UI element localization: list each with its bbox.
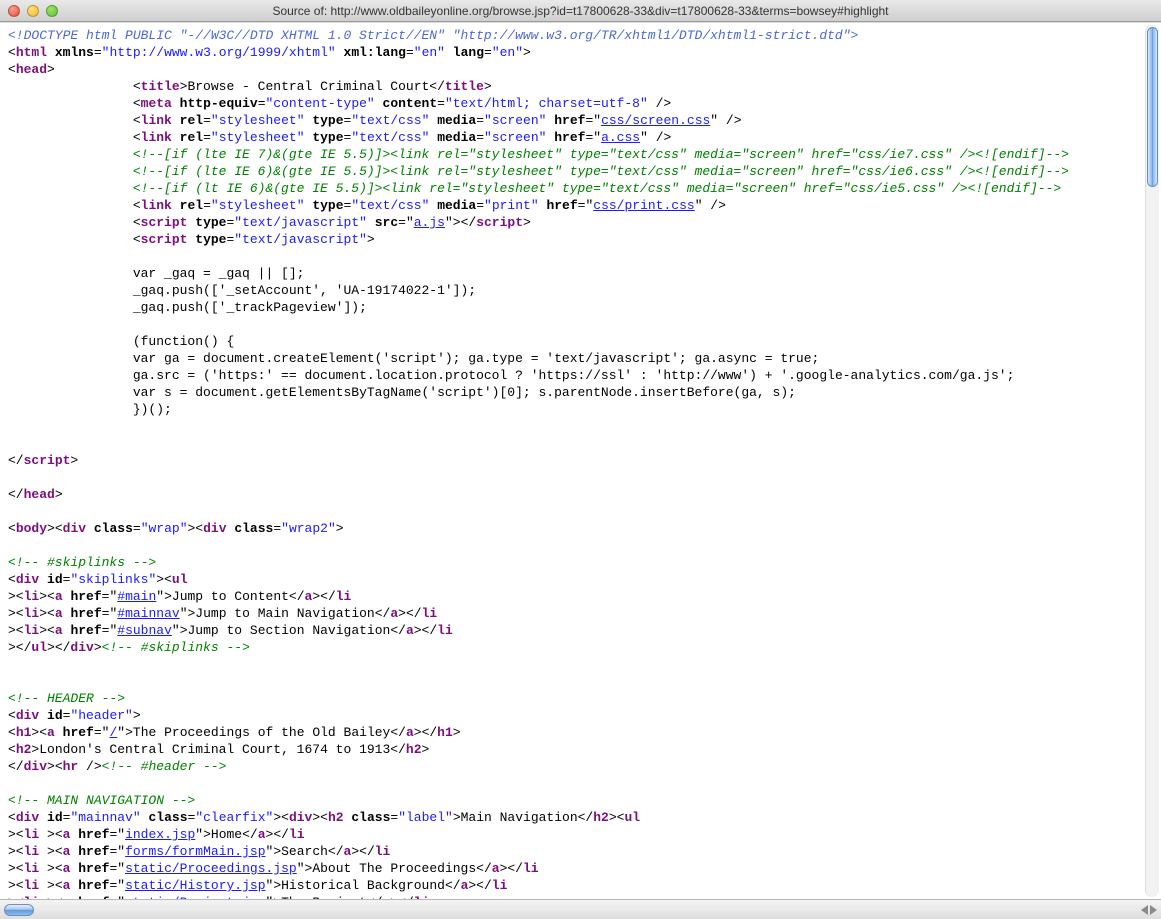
status-pill-icon — [4, 904, 34, 916]
window-titlebar: Source of: http://www.oldbaileyonline.or… — [0, 0, 1161, 22]
close-icon[interactable] — [8, 5, 20, 17]
nav-left-icon[interactable] — [1141, 905, 1148, 915]
traffic-lights — [8, 5, 58, 17]
window-title: Source of: http://www.oldbaileyonline.or… — [0, 4, 1161, 18]
vertical-scrollbar[interactable] — [1145, 25, 1159, 897]
scrollbar-thumb[interactable] — [1147, 27, 1158, 187]
zoom-icon[interactable] — [46, 5, 58, 17]
minimize-icon[interactable] — [27, 5, 39, 17]
nav-right-icon[interactable] — [1150, 905, 1157, 915]
content-area: <!DOCTYPE html PUBLIC "-//W3C//DTD XHTML… — [0, 22, 1161, 919]
status-bar — [0, 899, 1161, 919]
source-view[interactable]: <!DOCTYPE html PUBLIC "-//W3C//DTD XHTML… — [0, 23, 1161, 899]
nav-buttons — [1141, 905, 1157, 915]
